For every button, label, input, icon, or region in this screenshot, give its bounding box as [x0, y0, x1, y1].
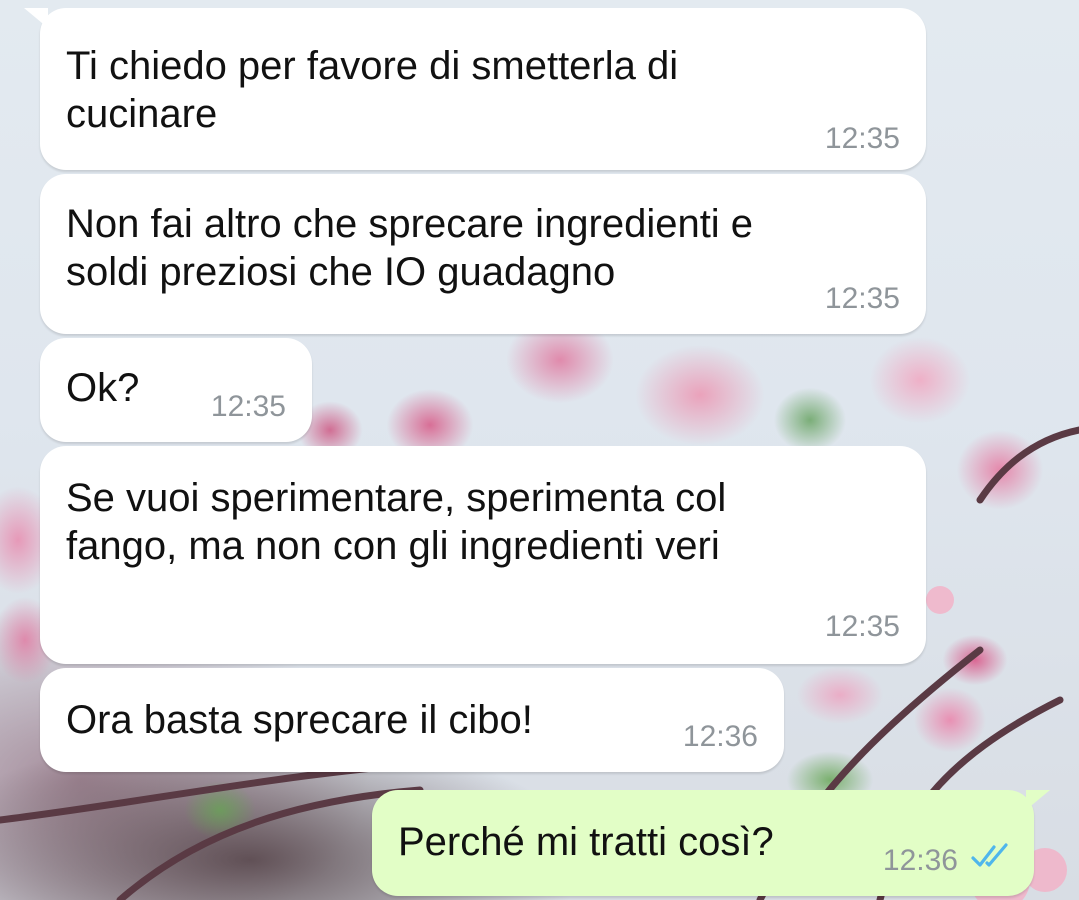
- message-text: Ti chiedo per favore di smetterla di cuc…: [66, 42, 678, 138]
- message-timestamp: 12:35: [824, 610, 900, 643]
- message-timestamp: 12:36: [682, 720, 758, 753]
- message-bubble-6-outgoing[interactable]: Perché mi tratti così? 12:36: [372, 790, 1050, 896]
- message-timestamp: 12:35: [210, 390, 286, 423]
- double-check-icon: [971, 843, 1008, 867]
- bubble-tail: [24, 8, 48, 28]
- message-line: Ok?: [66, 366, 140, 410]
- message-text: Perché mi tratti così?: [398, 818, 774, 866]
- message-timestamp: 12:35: [824, 122, 900, 155]
- message-line: Se vuoi sperimentare, sperimenta col: [66, 476, 727, 520]
- message-text: Ora basta sprecare il cibo!: [66, 696, 533, 744]
- message-timestamp: 12:35: [824, 282, 900, 315]
- message-bubble-4[interactable]: Se vuoi sperimentare, sperimenta col fan…: [40, 446, 926, 664]
- message-bubble-2[interactable]: Non fai altro che sprecare ingredienti e…: [40, 174, 926, 334]
- message-text: Ok?: [66, 364, 139, 412]
- message-line: Perché mi tratti così?: [398, 820, 774, 864]
- message-line: fango, ma non con gli ingredienti veri: [66, 524, 720, 568]
- message-bubble-3[interactable]: Ok? 12:35: [40, 338, 312, 442]
- message-bubble-1[interactable]: Ti chiedo per favore di smetterla di cuc…: [24, 8, 926, 170]
- message-line: soldi preziosi che IO guadagno: [66, 250, 616, 294]
- message-line: cucinare: [66, 92, 218, 136]
- message-timestamp: 12:36: [882, 844, 958, 877]
- message-line: Non fai altro che sprecare ingredienti e: [66, 202, 754, 246]
- message-line: Ti chiedo per favore di smetterla di: [66, 44, 679, 88]
- bubble-tail: [1026, 790, 1050, 810]
- message-text: Non fai altro che sprecare ingredienti e…: [66, 200, 753, 296]
- message-text: Se vuoi sperimentare, sperimenta col fan…: [66, 474, 726, 570]
- message-line: Ora basta sprecare il cibo!: [66, 698, 533, 742]
- chat-view[interactable]: Ti chiedo per favore di smetterla di cuc…: [0, 0, 1079, 900]
- message-bubble-5[interactable]: Ora basta sprecare il cibo! 12:36: [40, 668, 784, 772]
